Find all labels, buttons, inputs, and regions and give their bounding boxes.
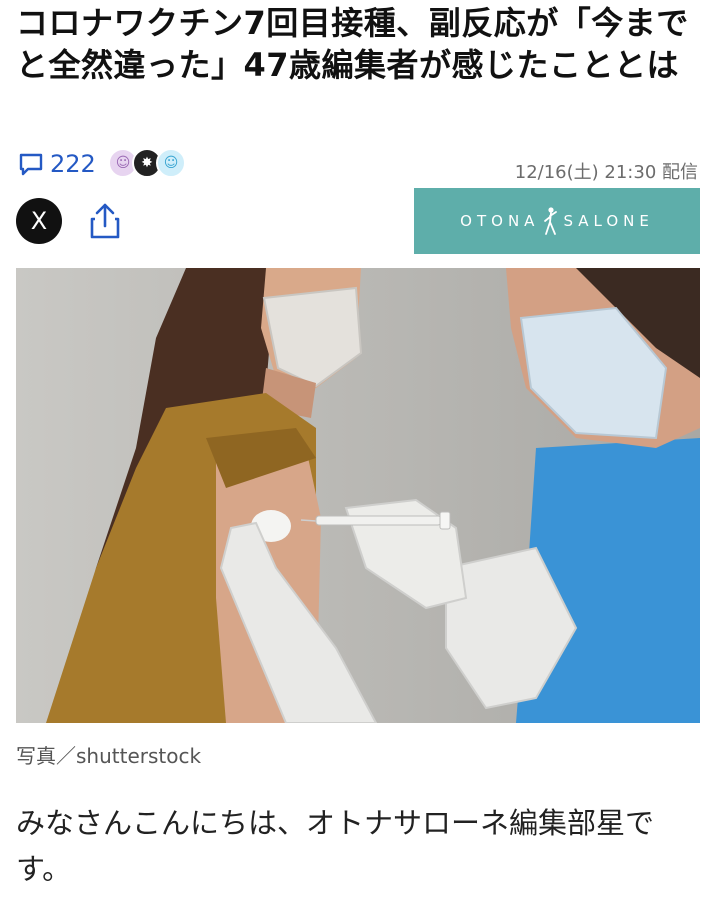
share-button[interactable] [82, 198, 128, 244]
brand-logo[interactable]: OTONA SALONE [414, 188, 700, 254]
reaction-avatar: ☺ [156, 148, 186, 178]
comments-link[interactable]: 222 [18, 150, 96, 178]
publish-date: 12/16(土) 21:30 配信 [514, 162, 698, 183]
article-title: コロナワクチン7回目接種、副反応が「今までと全然違った」47歳編集者が感じたこと… [16, 4, 689, 84]
share-upload-icon [90, 203, 120, 239]
photo-caption: 写真／shutterstock [16, 744, 202, 768]
x-logo-icon: X [30, 207, 48, 235]
dancer-figure-icon [544, 207, 558, 235]
share-row: X OTONA SALONE [16, 188, 700, 256]
brand-name-part1: OTONA [460, 212, 540, 230]
article-meta: 222 ☺ ✸ ☺ 12/16(土) 21:30 配信 [16, 148, 700, 184]
article-body: みなさんこんにちは、オトナサローネ編集部星です。 [16, 806, 655, 886]
comment-bubble-icon [19, 153, 43, 176]
comment-count: 222 [50, 150, 96, 178]
reaction-avatars[interactable]: ☺ ✸ ☺ [108, 148, 186, 178]
x-share-button[interactable]: X [16, 198, 62, 244]
article-photo [16, 268, 700, 723]
brand-name-part2: SALONE [563, 212, 654, 230]
